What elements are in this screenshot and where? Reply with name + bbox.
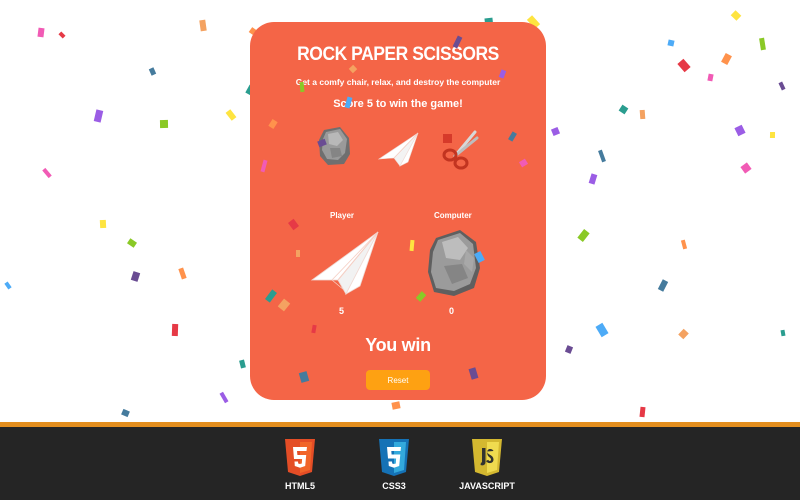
player-label: Player bbox=[330, 211, 355, 220]
paper-plane-icon bbox=[310, 231, 379, 296]
paper-choice-button[interactable] bbox=[378, 132, 420, 168]
confetti-piece bbox=[707, 73, 714, 82]
confetti-piece bbox=[588, 173, 598, 185]
scissors-icon bbox=[442, 130, 479, 170]
footer-bar: HTML5 CSS3 JAVASCRIPT bbox=[0, 422, 800, 500]
confetti-piece bbox=[148, 67, 157, 76]
confetti-piece bbox=[550, 126, 561, 137]
rock-choice-button[interactable] bbox=[318, 126, 352, 166]
confetti-piece bbox=[595, 322, 609, 338]
tech-css3: CSS3 bbox=[349, 439, 439, 491]
confetti-piece bbox=[564, 345, 574, 354]
confetti-piece bbox=[4, 281, 12, 290]
confetti-piece bbox=[780, 329, 786, 337]
confetti-piece bbox=[667, 39, 675, 47]
confetti-piece bbox=[127, 238, 137, 248]
confetti-piece bbox=[130, 271, 141, 282]
computer-score: 0 bbox=[449, 306, 455, 316]
confetti-piece bbox=[171, 323, 179, 337]
rock-icon bbox=[319, 127, 350, 165]
javascript-icon bbox=[472, 439, 502, 476]
confetti-piece bbox=[734, 124, 746, 137]
tech-label: CSS3 bbox=[382, 481, 406, 491]
result-message: You win bbox=[365, 335, 431, 355]
confetti-piece bbox=[618, 104, 629, 115]
confetti-piece bbox=[178, 267, 187, 280]
confetti-piece bbox=[680, 239, 688, 250]
confetti-piece bbox=[759, 37, 766, 51]
confetti-piece bbox=[677, 58, 691, 73]
confetti-piece bbox=[159, 119, 169, 129]
confetti-piece bbox=[225, 109, 237, 121]
confetti-piece bbox=[769, 131, 776, 139]
confetti-piece bbox=[58, 31, 66, 39]
css3-icon bbox=[379, 439, 409, 476]
confetti-piece bbox=[657, 279, 669, 292]
scissors-choice-button[interactable] bbox=[441, 130, 479, 170]
computer-label: Computer bbox=[434, 211, 472, 220]
confetti-piece bbox=[678, 328, 689, 340]
confetti-piece bbox=[740, 162, 752, 174]
game-card: ROCK PAPER SCISSORS Get a comfy chair, r… bbox=[250, 22, 546, 400]
paper-plane-icon bbox=[378, 132, 419, 167]
confetti-piece bbox=[219, 391, 229, 404]
confetti-piece bbox=[639, 109, 646, 120]
player-choice-display bbox=[310, 230, 380, 301]
tech-label: JAVASCRIPT bbox=[459, 481, 515, 491]
confetti-piece bbox=[99, 219, 107, 229]
confetti-piece bbox=[199, 19, 207, 32]
computer-choice-display bbox=[426, 228, 482, 303]
confetti-piece bbox=[721, 52, 732, 66]
tech-html5: HTML5 bbox=[255, 439, 345, 491]
confetti-piece bbox=[93, 109, 104, 123]
confetti-piece bbox=[121, 408, 130, 418]
confetti-piece bbox=[598, 149, 606, 163]
html5-icon bbox=[285, 439, 315, 476]
confetti-piece bbox=[42, 167, 52, 179]
confetti-piece bbox=[37, 27, 45, 38]
game-title: ROCK PAPER SCISSORS bbox=[297, 44, 499, 65]
confetti-piece bbox=[730, 10, 742, 21]
confetti-piece bbox=[239, 359, 246, 369]
rock-icon bbox=[428, 230, 480, 296]
confetti-piece bbox=[639, 406, 646, 418]
tech-label: HTML5 bbox=[285, 481, 315, 491]
reset-button[interactable]: Reset bbox=[366, 370, 430, 390]
game-goal: Score 5 to win the game! bbox=[333, 98, 463, 110]
confetti-piece bbox=[391, 401, 401, 410]
game-subtitle: Get a comfy chair, relax, and destroy th… bbox=[295, 77, 501, 87]
confetti-piece bbox=[577, 229, 590, 242]
confetti-piece bbox=[778, 81, 786, 91]
tech-javascript: JAVASCRIPT bbox=[442, 439, 532, 491]
player-score: 5 bbox=[339, 306, 345, 316]
